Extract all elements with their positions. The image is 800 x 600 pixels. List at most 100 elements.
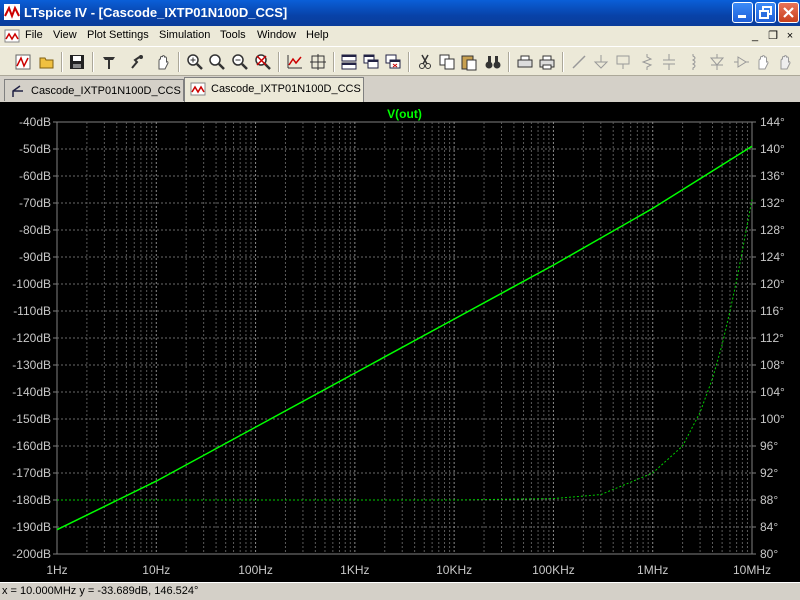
component-icon[interactable]	[732, 53, 750, 71]
toolbar-separator	[333, 52, 335, 72]
cut-icon[interactable]	[416, 53, 434, 71]
x-tick-label: 100KHz	[532, 563, 575, 577]
waveform-plot[interactable]: -40dB 144° -50dB 140° -60dB 136° -70dB 132° -80d…	[0, 102, 800, 582]
y-right-tick-label: 104°	[760, 385, 785, 399]
menu-bar: File View Plot Settings Simulation Tools…	[0, 26, 800, 46]
y-right-tick-label: 140°	[760, 142, 785, 156]
y-left-tick-label: -170dB	[12, 466, 51, 480]
y-left-tick-label: -120dB	[12, 331, 51, 345]
mdi-close-button[interactable]: ×	[783, 29, 797, 43]
close-all-icon[interactable]	[384, 53, 402, 71]
title-bar: LTspice IV - [Cascode_IXTP01N100D_CCS]	[0, 0, 800, 26]
y-left-tick-label: -60dB	[19, 169, 51, 183]
open-icon[interactable]	[38, 53, 56, 71]
x-tick-label: 100Hz	[238, 563, 273, 577]
toolbar-separator	[408, 52, 410, 72]
y-right-tick-label: 128°	[760, 223, 785, 237]
copy-icon[interactable]	[438, 53, 456, 71]
inductor-icon[interactable]	[684, 53, 702, 71]
menu-simulation[interactable]: Simulation	[159, 29, 210, 41]
tab-label: Cascode_IXTP01N100D_CCS	[31, 85, 181, 97]
y-left-tick-label: -160dB	[12, 439, 51, 453]
x-tick-label: 10KHz	[436, 563, 472, 577]
print-icon[interactable]	[538, 53, 556, 71]
y-left-tick-label: -50dB	[19, 142, 51, 156]
menu-help[interactable]: Help	[306, 29, 329, 41]
label-icon[interactable]	[614, 53, 632, 71]
toolbar-separator	[508, 52, 510, 72]
y-left-tick-label: -110dB	[13, 304, 51, 318]
ltspice-app-icon[interactable]	[4, 4, 20, 20]
tab-schematic[interactable]: Cascode_IXTP01N100D_CCS	[4, 79, 184, 101]
y-right-tick-label: 96°	[760, 439, 778, 453]
menu-plot-settings[interactable]: Plot Settings	[87, 29, 149, 41]
tab-waveform[interactable]: Cascode_IXTP01N100D_CCS	[184, 77, 364, 102]
zoom-out-icon[interactable]	[231, 53, 249, 71]
drag-icon[interactable]	[776, 53, 794, 71]
control-panel-icon[interactable]	[100, 53, 118, 71]
tab-label: Cascode_IXTP01N100D_CCS	[211, 83, 361, 95]
waveform-chart[interactable]: -40dB 144° -50dB 140° -60dB 136° -70dB 132° -80d…	[0, 102, 800, 582]
zoom-cancel-icon[interactable]	[254, 53, 272, 71]
toolbar-separator	[278, 52, 280, 72]
minimize-button[interactable]	[732, 2, 753, 23]
x-tick-label: 1Hz	[46, 563, 67, 577]
move-icon[interactable]	[754, 53, 772, 71]
zoom-in-icon[interactable]	[186, 53, 204, 71]
y-left-tick-label: -70dB	[19, 196, 51, 210]
mdi-restore-button[interactable]: ❐	[766, 29, 780, 43]
trace-name-v-out: V(out)	[387, 107, 422, 121]
wire-icon[interactable]	[570, 53, 588, 71]
y-left-tick-label: -40dB	[19, 115, 51, 129]
y-right-tick-label: 92°	[760, 466, 778, 480]
y-right-tick-label: 120°	[760, 277, 785, 291]
waveform-icon	[190, 81, 206, 97]
y-left-tick-label: -200dB	[12, 547, 51, 561]
y-left-tick-label: -140dB	[12, 385, 51, 399]
cascade-icon[interactable]	[362, 53, 380, 71]
run-icon[interactable]	[128, 53, 146, 71]
zoom-box-icon[interactable]	[208, 53, 226, 71]
menu-file[interactable]: File	[25, 29, 43, 41]
restore-button[interactable]	[755, 2, 776, 23]
tile-horizontal-icon[interactable]	[340, 53, 358, 71]
y-right-tick-label: 124°	[760, 250, 785, 264]
y-left-tick-label: -80dB	[19, 223, 51, 237]
menu-view[interactable]: View	[53, 29, 77, 41]
status-bar: x = 10.000MHz y = -33.689dB, 146.524°	[0, 582, 800, 600]
mark-plot-icon[interactable]	[309, 53, 327, 71]
document-tabs: Cascode_IXTP01N100D_CCS Cascode_IXTP01N1…	[0, 76, 800, 102]
window-title: LTspice IV - [Cascode_IXTP01N100D_CCS]	[24, 5, 288, 20]
mdi-minimize-button[interactable]: _	[748, 29, 762, 43]
x-tick-label: 1MHz	[637, 563, 668, 577]
diode-icon[interactable]	[708, 53, 726, 71]
autorange-icon[interactable]	[286, 53, 304, 71]
y-left-tick-label: -180dB	[12, 493, 51, 507]
save-icon[interactable]	[68, 53, 86, 71]
y-right-tick-label: 88°	[760, 493, 778, 507]
schematic-doc-icon[interactable]	[4, 28, 20, 44]
toolbar	[0, 46, 800, 76]
toolbar-separator	[178, 52, 180, 72]
capacitor-icon[interactable]	[660, 53, 678, 71]
x-tick-label: 10Hz	[142, 563, 170, 577]
y-right-tick-label: 116°	[760, 304, 784, 318]
y-right-tick-label: 136°	[760, 169, 785, 183]
toolbar-separator	[92, 52, 94, 72]
y-right-tick-label: 132°	[760, 196, 785, 210]
new-schematic-icon[interactable]	[14, 53, 32, 71]
x-tick-label: 10MHz	[733, 563, 771, 577]
y-right-tick-label: 112°	[760, 331, 784, 345]
paste-icon[interactable]	[460, 53, 478, 71]
menu-window[interactable]: Window	[257, 29, 296, 41]
toolbar-separator	[562, 52, 564, 72]
find-icon[interactable]	[484, 53, 502, 71]
x-tick-label: 1KHz	[340, 563, 369, 577]
pan-icon[interactable]	[154, 53, 172, 71]
ground-icon[interactable]	[592, 53, 610, 71]
close-button[interactable]	[778, 2, 799, 23]
schematic-icon	[10, 83, 26, 99]
print-setup-icon[interactable]	[516, 53, 534, 71]
resistor-icon[interactable]	[638, 53, 656, 71]
menu-tools[interactable]: Tools	[220, 29, 246, 41]
